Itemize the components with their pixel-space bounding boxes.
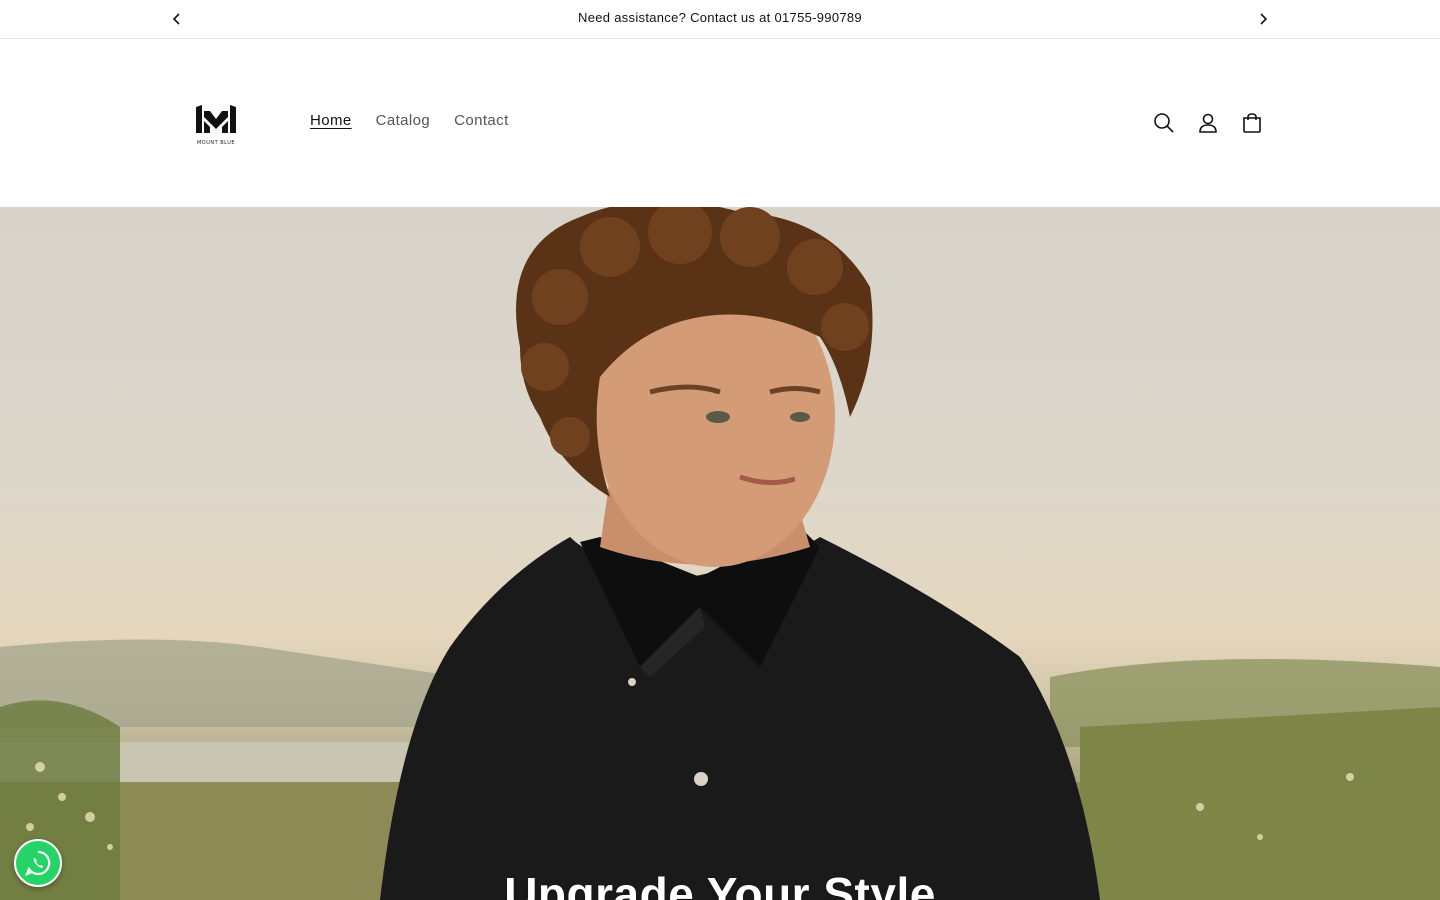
announcement-bar: Need assistance? Contact us at 01755-990…	[0, 0, 1440, 39]
site-header: MOUNT BLUE Home Catalog Contact	[0, 39, 1440, 207]
announcement-next-button[interactable]	[1252, 8, 1274, 30]
search-icon	[1154, 113, 1174, 133]
nav-contact[interactable]: Contact	[454, 112, 509, 129]
nav-catalog[interactable]: Catalog	[376, 112, 431, 129]
chevron-right-icon	[1260, 13, 1268, 25]
announcement-text: Need assistance? Contact us at 01755-990…	[578, 10, 862, 25]
hero-banner: Upgrade Your Style	[0, 207, 1440, 900]
whatsapp-chat-button[interactable]	[14, 839, 62, 887]
hero-image	[0, 207, 1440, 900]
cart-button[interactable]	[1238, 109, 1266, 137]
nav-home[interactable]: Home	[310, 112, 352, 129]
logo-text: MOUNT BLUE	[196, 140, 236, 146]
brand-logo[interactable]: MOUNT BLUE	[190, 101, 242, 149]
main-nav: Home Catalog Contact	[298, 112, 521, 129]
hero-title: Upgrade Your Style	[504, 868, 936, 900]
account-button[interactable]	[1194, 109, 1222, 137]
whatsapp-icon	[25, 850, 51, 876]
logo-mark-icon	[196, 105, 236, 133]
cart-icon	[1243, 113, 1261, 133]
account-icon	[1199, 113, 1217, 133]
header-actions	[1150, 109, 1282, 137]
search-button[interactable]	[1150, 109, 1178, 137]
